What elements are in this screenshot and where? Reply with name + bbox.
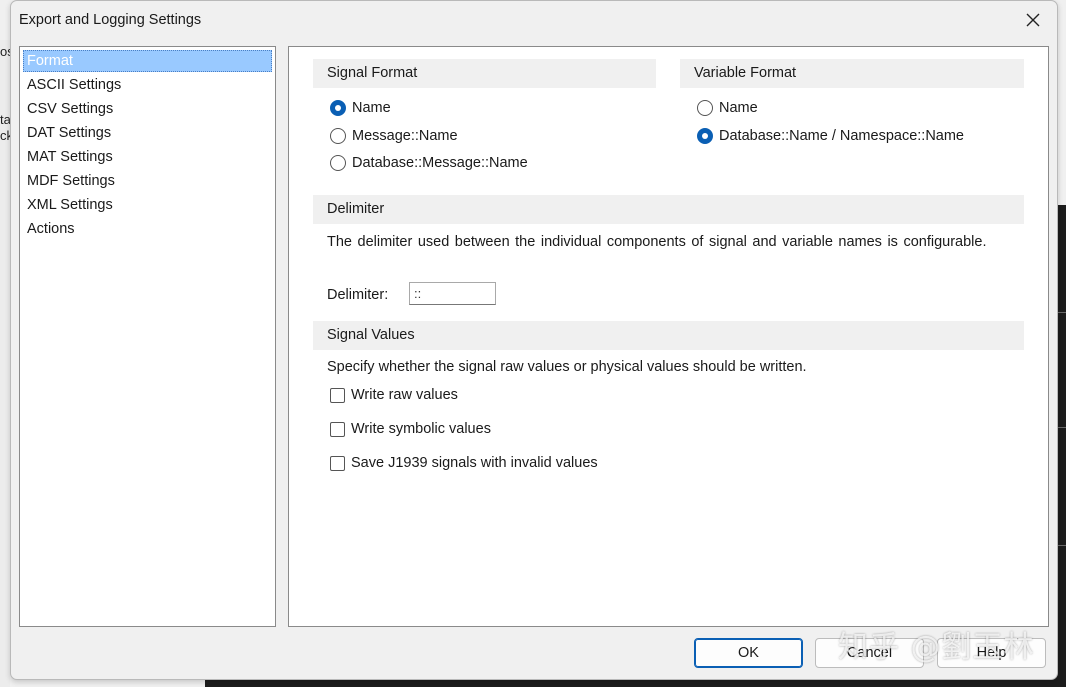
write-symbolic-values-checkbox[interactable]: Write symbolic values bbox=[330, 419, 491, 439]
variable-format-header: Variable Format bbox=[680, 59, 1024, 88]
radio-label: Database::Message::Name bbox=[352, 155, 528, 171]
write-raw-values-checkbox[interactable]: Write raw values bbox=[330, 385, 458, 405]
dialog-title: Export and Logging Settings bbox=[19, 12, 202, 28]
checkbox[interactable] bbox=[330, 387, 345, 403]
export-logging-dialog: Export and Logging Settings Format ASCII… bbox=[10, 0, 1058, 680]
nav-item-actions[interactable]: Actions bbox=[23, 218, 272, 240]
nav-item-csv-settings[interactable]: CSV Settings bbox=[23, 98, 272, 120]
signal-values-description: Specify whether the signal raw values or… bbox=[327, 359, 807, 375]
nav-item-ascii-settings[interactable]: ASCII Settings bbox=[23, 74, 272, 96]
radio-label: Name bbox=[719, 100, 758, 116]
nav-item-xml-settings[interactable]: XML Settings bbox=[23, 194, 272, 216]
ok-button[interactable]: OK bbox=[694, 638, 803, 668]
nav-item-dat-settings[interactable]: DAT Settings bbox=[23, 122, 272, 144]
radio-button[interactable] bbox=[697, 100, 713, 116]
checkbox-label: Save J1939 signals with invalid values bbox=[351, 455, 598, 471]
signal-values-header: Signal Values bbox=[313, 321, 1024, 350]
save-j1939-invalid-checkbox[interactable]: Save J1939 signals with invalid values bbox=[330, 453, 598, 473]
signal-format-database-message-name-radio[interactable]: Database::Message::Name bbox=[330, 153, 528, 173]
signal-format-header: Signal Format bbox=[313, 59, 656, 88]
signal-format-message-name-radio[interactable]: Message::Name bbox=[330, 126, 458, 146]
background-app-bottom bbox=[205, 679, 1066, 687]
radio-label: Database::Name / Namespace::Name bbox=[719, 128, 964, 144]
radio-button[interactable] bbox=[330, 155, 346, 171]
delimiter-input[interactable] bbox=[409, 282, 496, 305]
radio-label: Message::Name bbox=[352, 128, 458, 144]
delimiter-description: The delimiter used between the individua… bbox=[327, 234, 987, 250]
delimiter-header: Delimiter bbox=[313, 195, 1024, 224]
signal-format-name-radio[interactable]: Name bbox=[330, 98, 391, 118]
radio-button[interactable] bbox=[697, 128, 713, 144]
radio-button[interactable] bbox=[330, 128, 346, 144]
settings-nav-list: Format ASCII Settings CSV Settings DAT S… bbox=[19, 46, 276, 627]
nav-item-mat-settings[interactable]: MAT Settings bbox=[23, 146, 272, 168]
cancel-button[interactable]: Cancel bbox=[815, 638, 924, 668]
delimiter-label: Delimiter: bbox=[327, 287, 389, 303]
checkbox[interactable] bbox=[330, 421, 345, 437]
variable-format-name-radio[interactable]: Name bbox=[697, 98, 758, 118]
close-icon bbox=[1026, 13, 1040, 27]
nav-item-format[interactable]: Format bbox=[23, 50, 272, 72]
titlebar: Export and Logging Settings bbox=[11, 1, 1057, 39]
close-button[interactable] bbox=[1015, 5, 1051, 35]
variable-format-database-namespace-radio[interactable]: Database::Name / Namespace::Name bbox=[697, 126, 964, 146]
nav-item-mdf-settings[interactable]: MDF Settings bbox=[23, 170, 272, 192]
radio-button[interactable] bbox=[330, 100, 346, 116]
checkbox-label: Write raw values bbox=[351, 387, 458, 403]
radio-label: Name bbox=[352, 100, 391, 116]
format-panel: Signal Format Name Message::Name Databas… bbox=[288, 46, 1049, 627]
checkbox[interactable] bbox=[330, 455, 345, 471]
help-button[interactable]: Help bbox=[937, 638, 1046, 668]
checkbox-label: Write symbolic values bbox=[351, 421, 491, 437]
